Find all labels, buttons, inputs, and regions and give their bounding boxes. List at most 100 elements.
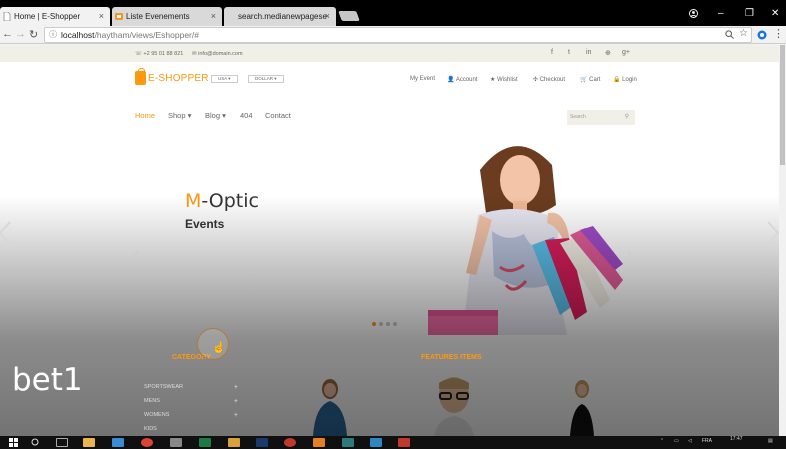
tab-liste-evenements[interactable]: Liste Evenements × (112, 7, 222, 26)
slider-prev-icon[interactable]: ‹ (134, 243, 140, 264)
expand-plus-icon[interactable]: + (234, 381, 238, 394)
app-icon[interactable] (342, 438, 354, 447)
volume-icon[interactable]: ◁ (688, 438, 692, 444)
task-view-icon[interactable] (56, 438, 68, 447)
browser-tab-strip: Home | E-Shopper × Liste Evenements × se… (0, 0, 786, 26)
clock[interactable]: 17:47 (730, 436, 743, 442)
chrome-icon[interactable] (141, 438, 153, 447)
wishlist-link[interactable]: ★ Wishlist (490, 76, 518, 83)
slider-image-woman-shopping (428, 146, 623, 335)
zoom-icon[interactable] (725, 30, 734, 39)
tray-icon[interactable]: ⌃ (660, 438, 664, 444)
slide-dot[interactable] (386, 322, 390, 326)
slider-indicators[interactable] (372, 313, 400, 331)
app-icon[interactable] (313, 438, 325, 447)
country-dropdown[interactable]: USA ▾ (211, 75, 238, 83)
search-input[interactable]: Search ⚲ (567, 110, 635, 125)
maximize-button[interactable]: ❐ (745, 8, 754, 19)
slider-title: M-Optic (185, 190, 259, 212)
category-item[interactable]: SPORTSWEAR + (138, 381, 248, 394)
hand-cursor-icon: ☝ (212, 342, 226, 354)
account-link[interactable]: 👤 Account (447, 76, 478, 83)
linkedin-icon[interactable]: in (586, 49, 591, 56)
minimize-button[interactable]: – (718, 8, 724, 19)
header-topbar: ☏ +2 95 01 88 821 ✉ info@domain.com f t … (0, 45, 779, 62)
slider-next-icon[interactable]: › (626, 243, 632, 264)
page-scrollbar[interactable] (779, 45, 786, 436)
login-link[interactable]: 🔒 Login (613, 76, 637, 83)
edge-prev-arrow-icon[interactable] (0, 220, 12, 246)
app-icon[interactable] (228, 438, 240, 447)
nav-shop[interactable]: Shop ▾ (168, 111, 191, 120)
dribbble-icon[interactable]: ⊕ (605, 49, 611, 57)
network-icon[interactable]: ▭ (674, 438, 679, 444)
app-icon[interactable] (199, 438, 211, 447)
extension-icon[interactable] (757, 30, 767, 40)
edge-next-arrow-icon[interactable] (766, 220, 779, 246)
tab-label: Liste Evenements (126, 12, 190, 21)
store-icon[interactable] (112, 438, 124, 447)
logo-text: E-SHOPPER (148, 72, 209, 84)
cart-link[interactable]: 🛒 Cart (580, 76, 600, 83)
app-icon[interactable] (398, 438, 410, 447)
currency-dropdown[interactable]: DOLLAR ▾ (248, 75, 284, 83)
category-item[interactable]: WOMENS + (138, 409, 248, 422)
expand-plus-icon[interactable]: + (234, 409, 238, 422)
forward-icon[interactable]: → (15, 28, 26, 40)
menu-icon[interactable]: ⋮ (773, 27, 784, 40)
site-favicon-icon (115, 13, 123, 20)
address-bar[interactable]: ⓘ localhost/haytham/views/Eshopper/# ☆ (44, 27, 752, 43)
start-icon[interactable] (8, 438, 20, 447)
site-logo[interactable]: E-SHOPPER (135, 68, 209, 85)
new-tab-button[interactable] (338, 11, 360, 21)
close-tab-icon[interactable]: × (99, 11, 104, 21)
app-icon[interactable] (370, 438, 382, 447)
reload-icon[interactable]: ↻ (29, 28, 38, 41)
phone-contact: ☏ +2 95 01 88 821 (135, 51, 184, 57)
shopping-bag-icon (135, 68, 146, 85)
url-host: localhost (61, 30, 95, 40)
browser-toolbar: ← → ↻ ⓘ localhost/haytham/views/Eshopper… (0, 26, 786, 44)
back-icon[interactable]: ← (2, 28, 13, 40)
opera-icon[interactable] (284, 438, 296, 447)
nav-home[interactable]: Home (135, 111, 155, 120)
close-tab-icon[interactable]: × (211, 11, 216, 21)
tab-search[interactable]: search.medianewpagese × (224, 7, 336, 26)
checkout-link[interactable]: ✣ Checkout (533, 76, 565, 83)
close-window-button[interactable]: ✕ (771, 8, 779, 19)
url-path: /haytham/views/Eshopper/# (94, 30, 199, 40)
product-image-man (434, 377, 474, 436)
web-page: ☏ +2 95 01 88 821 ✉ info@domain.com f t … (0, 45, 779, 436)
notifications-icon[interactable]: ▤ (768, 438, 773, 444)
photoshop-icon[interactable] (256, 438, 268, 447)
nav-contact[interactable]: Contact (265, 111, 291, 120)
screen: Home | E-Shopper × Liste Evenements × se… (0, 0, 786, 449)
slide-dot[interactable] (372, 322, 376, 326)
app-icon[interactable] (170, 438, 182, 447)
nav-404[interactable]: 404 (240, 111, 253, 120)
slider-subtitle: Events (185, 217, 225, 231)
search-taskbar-icon[interactable] (30, 438, 42, 447)
info-icon: ⓘ (49, 30, 57, 39)
facebook-icon[interactable]: f (551, 49, 553, 56)
category-item[interactable]: MENS + (138, 395, 248, 408)
twitter-icon[interactable]: t (568, 49, 570, 56)
product-image-woman-black (570, 380, 594, 436)
language-indicator[interactable]: FRA (702, 438, 712, 444)
product-image-woman (313, 379, 347, 436)
my-event-link[interactable]: My Event (410, 76, 435, 82)
nav-blog[interactable]: Blog ▾ (205, 111, 226, 120)
close-tab-icon[interactable]: × (325, 11, 330, 21)
slide-dot[interactable] (393, 322, 397, 326)
slide-dot[interactable] (379, 322, 383, 326)
features-heading: FEATURES ITEMS (421, 354, 482, 361)
expand-plus-icon[interactable]: + (234, 395, 238, 408)
category-item[interactable]: KIDS (138, 423, 248, 436)
tab-eshopper[interactable]: Home | E-Shopper × (0, 7, 110, 26)
google-plus-icon[interactable]: g+ (622, 49, 630, 56)
file-explorer-icon[interactable] (83, 438, 95, 447)
windows-taskbar: ⌃ ▭ ◁ FRA 17:47 ▤ (0, 436, 786, 449)
profile-icon[interactable] (689, 9, 698, 18)
scrollbar-thumb[interactable] (780, 45, 785, 165)
bookmark-star-icon[interactable]: ☆ (739, 27, 748, 41)
